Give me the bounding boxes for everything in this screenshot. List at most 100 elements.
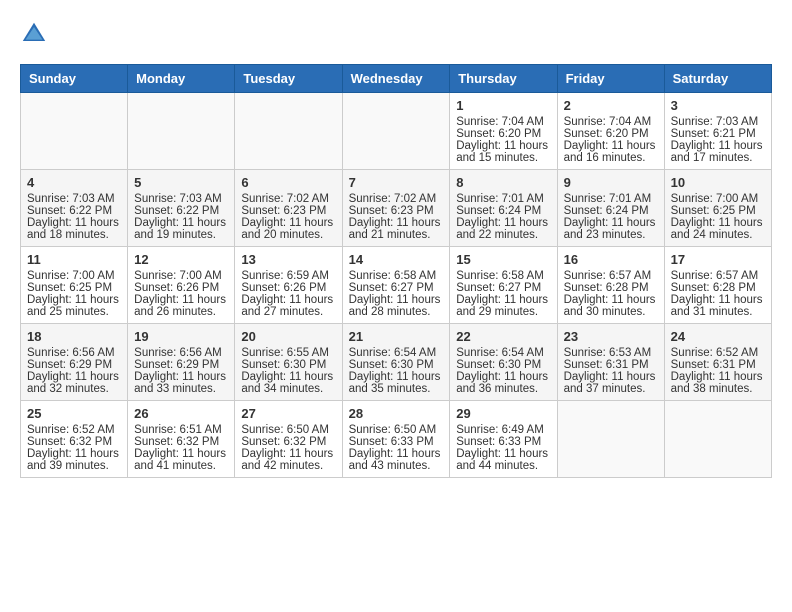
day-number: 24 [671,329,765,344]
day-info: Sunset: 6:24 PM [564,205,658,217]
calendar-cell: 24Sunrise: 6:52 AMSunset: 6:31 PMDayligh… [664,324,771,401]
day-info: Daylight: 11 hours and 19 minutes. [134,217,228,241]
day-info: Daylight: 11 hours and 26 minutes. [134,294,228,318]
day-info: Daylight: 11 hours and 39 minutes. [27,448,121,472]
calendar-cell [128,93,235,170]
day-info: Daylight: 11 hours and 22 minutes. [456,217,550,241]
day-header-friday: Friday [557,65,664,93]
day-info: Sunrise: 7:04 AM [456,116,550,128]
day-number: 20 [241,329,335,344]
day-number: 27 [241,406,335,421]
calendar-cell: 25Sunrise: 6:52 AMSunset: 6:32 PMDayligh… [21,401,128,478]
day-info: Sunrise: 7:04 AM [564,116,658,128]
calendar-cell: 26Sunrise: 6:51 AMSunset: 6:32 PMDayligh… [128,401,235,478]
day-info: Sunrise: 7:03 AM [671,116,765,128]
day-info: Sunset: 6:23 PM [241,205,335,217]
logo [20,20,52,48]
day-info: Sunset: 6:30 PM [241,359,335,371]
calendar-cell [21,93,128,170]
day-info: Sunrise: 7:00 AM [134,270,228,282]
calendar-cell: 21Sunrise: 6:54 AMSunset: 6:30 PMDayligh… [342,324,450,401]
day-number: 18 [27,329,121,344]
day-info: Daylight: 11 hours and 33 minutes. [134,371,228,395]
day-info: Sunset: 6:26 PM [134,282,228,294]
day-info: Sunrise: 6:50 AM [349,424,444,436]
calendar-cell [342,93,450,170]
day-header-thursday: Thursday [450,65,557,93]
calendar-cell [664,401,771,478]
day-number: 16 [564,252,658,267]
day-info: Sunrise: 6:57 AM [671,270,765,282]
calendar-week-row: 18Sunrise: 6:56 AMSunset: 6:29 PMDayligh… [21,324,772,401]
day-info: Sunset: 6:31 PM [564,359,658,371]
calendar-cell: 27Sunrise: 6:50 AMSunset: 6:32 PMDayligh… [235,401,342,478]
calendar-cell [557,401,664,478]
calendar-cell: 18Sunrise: 6:56 AMSunset: 6:29 PMDayligh… [21,324,128,401]
page-header [20,20,772,48]
day-info: Daylight: 11 hours and 21 minutes. [349,217,444,241]
day-number: 10 [671,175,765,190]
day-info: Sunset: 6:33 PM [456,436,550,448]
day-number: 3 [671,98,765,113]
day-info: Daylight: 11 hours and 23 minutes. [564,217,658,241]
day-info: Daylight: 11 hours and 30 minutes. [564,294,658,318]
calendar-week-row: 11Sunrise: 7:00 AMSunset: 6:25 PMDayligh… [21,247,772,324]
calendar-cell: 19Sunrise: 6:56 AMSunset: 6:29 PMDayligh… [128,324,235,401]
day-info: Sunrise: 7:01 AM [564,193,658,205]
day-info: Sunset: 6:23 PM [349,205,444,217]
day-number: 25 [27,406,121,421]
calendar-cell: 22Sunrise: 6:54 AMSunset: 6:30 PMDayligh… [450,324,557,401]
day-number: 5 [134,175,228,190]
day-info: Daylight: 11 hours and 36 minutes. [456,371,550,395]
day-info: Daylight: 11 hours and 35 minutes. [349,371,444,395]
day-info: Daylight: 11 hours and 15 minutes. [456,140,550,164]
day-info: Daylight: 11 hours and 18 minutes. [27,217,121,241]
day-info: Sunset: 6:20 PM [456,128,550,140]
day-info: Sunrise: 6:52 AM [671,347,765,359]
day-info: Sunrise: 6:53 AM [564,347,658,359]
day-info: Daylight: 11 hours and 42 minutes. [241,448,335,472]
day-info: Sunrise: 6:56 AM [27,347,121,359]
calendar-cell: 4 Sunrise: 7:03 AMSunset: 6:22 PMDaylight… [21,170,128,247]
day-info: Sunrise: 6:50 AM [241,424,335,436]
calendar-week-row: 25Sunrise: 6:52 AMSunset: 6:32 PMDayligh… [21,401,772,478]
day-info: Daylight: 11 hours and 41 minutes. [134,448,228,472]
day-header-saturday: Saturday [664,65,771,93]
calendar-cell: 14Sunrise: 6:58 AMSunset: 6:27 PMDayligh… [342,247,450,324]
calendar-cell: 12 Sunrise: 7:00 AMSunset: 6:26 PMDayligh… [128,247,235,324]
day-header-monday: Monday [128,65,235,93]
calendar-cell: 13Sunrise: 6:59 AMSunset: 6:26 PMDayligh… [235,247,342,324]
day-number: 8 [456,175,550,190]
day-info: Daylight: 11 hours and 43 minutes. [349,448,444,472]
day-number: 26 [134,406,228,421]
day-info: Sunset: 6:25 PM [671,205,765,217]
day-info: Sunset: 6:22 PM [134,205,228,217]
day-info: Sunset: 6:22 PM [27,205,121,217]
day-info: Sunset: 6:20 PM [564,128,658,140]
calendar-cell: 20Sunrise: 6:55 AMSunset: 6:30 PMDayligh… [235,324,342,401]
day-number: 11 [27,252,121,267]
day-info: Sunset: 6:27 PM [456,282,550,294]
calendar-cell: 17Sunrise: 6:57 AMSunset: 6:28 PMDayligh… [664,247,771,324]
day-info: Sunrise: 6:56 AM [134,347,228,359]
day-number: 17 [671,252,765,267]
day-info: Sunrise: 7:00 AM [27,270,121,282]
day-info: Daylight: 11 hours and 38 minutes. [671,371,765,395]
day-info: Sunrise: 7:03 AM [134,193,228,205]
day-info: Sunset: 6:28 PM [564,282,658,294]
day-info: Sunrise: 6:59 AM [241,270,335,282]
calendar-cell: 23Sunrise: 6:53 AMSunset: 6:31 PMDayligh… [557,324,664,401]
day-info: Sunset: 6:26 PM [241,282,335,294]
calendar-cell: 29Sunrise: 6:49 AMSunset: 6:33 PMDayligh… [450,401,557,478]
day-number: 4 [27,175,121,190]
day-info: Sunrise: 7:02 AM [241,193,335,205]
day-info: Daylight: 11 hours and 25 minutes. [27,294,121,318]
day-info: Sunset: 6:27 PM [349,282,444,294]
day-info: Daylight: 11 hours and 34 minutes. [241,371,335,395]
calendar-cell: 2Sunrise: 7:04 AMSunset: 6:20 PMDaylight… [557,93,664,170]
day-header-tuesday: Tuesday [235,65,342,93]
day-info: Sunrise: 7:03 AM [27,193,121,205]
calendar-cell: 5 Sunrise: 7:03 AMSunset: 6:22 PMDaylight… [128,170,235,247]
day-number: 12 [134,252,228,267]
calendar-week-row: 1Sunrise: 7:04 AMSunset: 6:20 PMDaylight… [21,93,772,170]
